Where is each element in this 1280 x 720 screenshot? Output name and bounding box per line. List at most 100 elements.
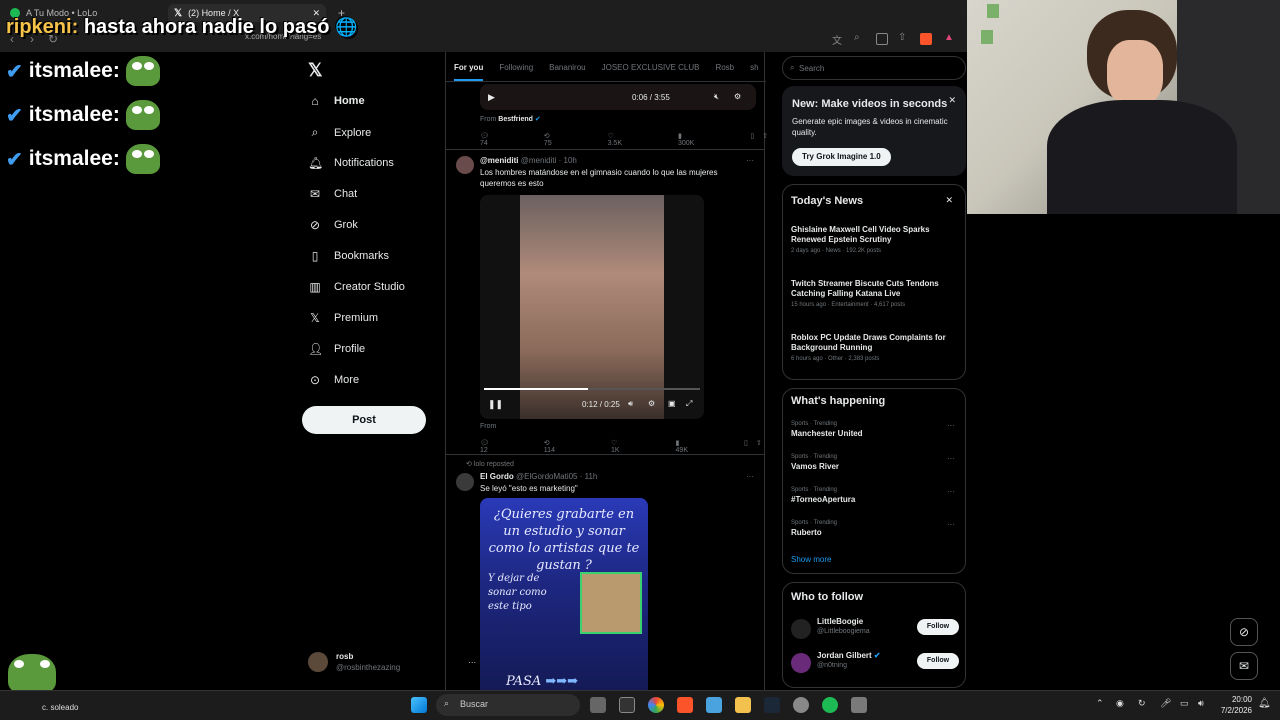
tab-following[interactable]: Following: [499, 63, 533, 81]
share-icon[interactable]: ⇧: [762, 132, 768, 147]
reply-button[interactable]: 💬︎ 74: [480, 132, 516, 147]
more-dots-icon[interactable]: ···: [947, 421, 955, 430]
nav-explore[interactable]: ⌕ Explore: [308, 125, 372, 140]
trend-item[interactable]: Sports · Trending #TorneoApertura: [791, 487, 855, 504]
tab-joseo[interactable]: JOSEO EXCLUSIVE CLUB: [602, 63, 700, 81]
notification-bell-icon[interactable]: 🔔︎: [1258, 698, 1271, 709]
app-icon[interactable]: [851, 697, 867, 713]
nav-more[interactable]: ⊙ More: [308, 373, 359, 387]
x-logo-icon[interactable]: 𝕏: [308, 60, 323, 81]
close-icon[interactable]: ✕: [945, 195, 953, 206]
follow-suggestion[interactable]: Jordan Gilbert ✔ @n0tning Follow: [791, 651, 959, 675]
news-item[interactable]: Twitch Streamer Biscute Cuts Tendons Cat…: [791, 279, 959, 308]
tab-for-you[interactable]: For you: [454, 63, 484, 81]
like-button[interactable]: ♡ 3.5K: [608, 132, 650, 147]
avatar: [791, 619, 811, 639]
share-icon[interactable]: ⇧: [756, 439, 762, 454]
nav-home[interactable]: ⌂ Home: [308, 94, 364, 108]
bookmark-icon[interactable]: ▯: [750, 132, 754, 147]
weather-widget[interactable]: c. soleado: [42, 703, 78, 712]
sync-tray-icon[interactable]: ↻: [1138, 698, 1146, 709]
more-dots-icon[interactable]: ···: [746, 472, 754, 481]
nav-grok[interactable]: ⊘ Grok: [308, 218, 358, 232]
brave-rewards-icon[interactable]: ▲: [944, 32, 954, 43]
nav-creator-studio[interactable]: ▥ Creator Studio: [308, 280, 405, 294]
epic-games-icon[interactable]: [619, 697, 635, 713]
search-input[interactable]: ⌕ Search: [782, 56, 966, 80]
tab-more[interactable]: sh: [750, 63, 758, 81]
avatar[interactable]: [456, 473, 474, 491]
tweet-actions: 💬︎ 12 ⟲ 114 ♡ 1K ▮ 49K ▯ ⇧: [480, 439, 790, 454]
messages-float-icon[interactable]: ✉: [1230, 652, 1258, 680]
chrome-icon[interactable]: [648, 697, 664, 713]
grok-float-icon[interactable]: ⊘: [1230, 618, 1258, 646]
tray-chevron-icon[interactable]: ⌃: [1096, 698, 1104, 709]
share-icon[interactable]: ⇧: [898, 32, 906, 43]
store-icon[interactable]: [706, 697, 722, 713]
cast-icon[interactable]: [876, 33, 888, 45]
show-more-link[interactable]: Show more: [791, 555, 831, 564]
tab-rosb[interactable]: Rosb: [715, 63, 734, 81]
trend-item[interactable]: Sports · Trending Manchester United: [791, 421, 863, 438]
play-icon[interactable]: ▶: [488, 92, 495, 103]
post-button[interactable]: Post: [302, 406, 426, 434]
video-progress-track[interactable]: [484, 388, 700, 390]
nav-chat[interactable]: ✉ Chat: [308, 187, 357, 201]
settings-icon[interactable]: ⚙: [734, 92, 741, 101]
tweet-text: Los hombres matándose en el gimnasio cua…: [480, 168, 718, 188]
translate-icon[interactable]: 文: [832, 32, 842, 47]
discord-tray-icon[interactable]: ◉: [1116, 698, 1124, 709]
views-count[interactable]: ▮ 300K: [678, 132, 722, 147]
follow-suggestion[interactable]: LittleBoogie @Littleboogiema Follow: [791, 617, 959, 641]
file-explorer-icon[interactable]: [735, 697, 751, 713]
more-dots-icon[interactable]: ···: [947, 454, 955, 463]
mic-tray-icon[interactable]: 🎤︎: [1160, 698, 1171, 709]
avatar[interactable]: [456, 156, 474, 174]
more-dots-icon[interactable]: ···: [947, 520, 955, 529]
views-count[interactable]: ▮ 49K: [676, 439, 716, 454]
nav-profile[interactable]: 👤︎ Profile: [308, 342, 365, 356]
bookmark-icon[interactable]: ▯: [744, 439, 748, 454]
fullscreen-icon[interactable]: ⤢: [686, 399, 692, 409]
obs-icon[interactable]: [793, 697, 809, 713]
video-player[interactable]: ❚❚ 0:12 / 0:25 🔊︎ ⚙ ▣ ⤢: [480, 195, 704, 419]
spotify-icon[interactable]: [822, 697, 838, 713]
brave-icon[interactable]: [677, 697, 693, 713]
mute-icon[interactable]: 🔇︎: [714, 92, 719, 102]
volume-icon[interactable]: 🔊︎: [628, 399, 633, 409]
news-item[interactable]: Ghislaine Maxwell Cell Video Sparks Rene…: [791, 225, 959, 254]
more-dots-icon[interactable]: ···: [746, 156, 754, 165]
taskbar-search[interactable]: ⌕ Buscar: [436, 694, 580, 716]
like-button[interactable]: ♡ 1K: [611, 439, 648, 454]
pause-icon[interactable]: ❚❚: [488, 399, 503, 410]
nav-bookmarks[interactable]: ▯ Bookmarks: [308, 249, 389, 263]
steam-icon[interactable]: [764, 697, 780, 713]
nav-premium[interactable]: 𝕏 Premium: [308, 311, 378, 325]
follow-button[interactable]: Follow: [917, 653, 959, 669]
volume-icon[interactable]: 🔊︎: [1198, 698, 1204, 709]
repost-button[interactable]: ⟲ 75: [544, 132, 580, 147]
video-source: From Bestfriend ✔: [480, 116, 541, 123]
taskbar-clock[interactable]: 20:00 7/2/2026: [1221, 694, 1252, 716]
video-player[interactable]: ▶ 0:06 / 3:55 🔇︎ ⚙: [480, 84, 756, 110]
settings-icon[interactable]: ⚙: [648, 399, 655, 408]
trend-item[interactable]: Sports · Trending Vamos River: [791, 454, 839, 471]
repost-button[interactable]: ⟲ 114: [544, 439, 583, 454]
zoom-icon[interactable]: ⌕: [854, 32, 860, 43]
brave-shield-icon[interactable]: [920, 33, 932, 45]
tweet-image[interactable]: ¿Quieres grabarte en un estudio y sonar …: [480, 498, 648, 692]
task-view-icon[interactable]: [590, 697, 606, 713]
windows-start-icon[interactable]: [411, 697, 427, 713]
tweet-header: El Gordo @ElGordoMati05 · 11h: [480, 472, 598, 481]
follow-button[interactable]: Follow: [917, 619, 959, 635]
pip-icon[interactable]: ▣: [668, 399, 676, 408]
trend-item[interactable]: Sports · Trending Ruberto: [791, 520, 837, 537]
more-dots-icon[interactable]: ···: [947, 487, 955, 496]
tab-bananirou[interactable]: Bananirou: [549, 63, 585, 81]
network-icon[interactable]: ▭: [1180, 698, 1189, 709]
news-item[interactable]: Roblox PC Update Draws Complaints for Ba…: [791, 333, 959, 362]
close-icon[interactable]: ✕: [948, 95, 956, 106]
reply-button[interactable]: 💬︎ 12: [480, 439, 516, 454]
nav-notifications[interactable]: 🔔︎ Notifications: [308, 156, 394, 170]
try-grok-imagine-button[interactable]: Try Grok Imagine 1.0: [792, 148, 891, 166]
